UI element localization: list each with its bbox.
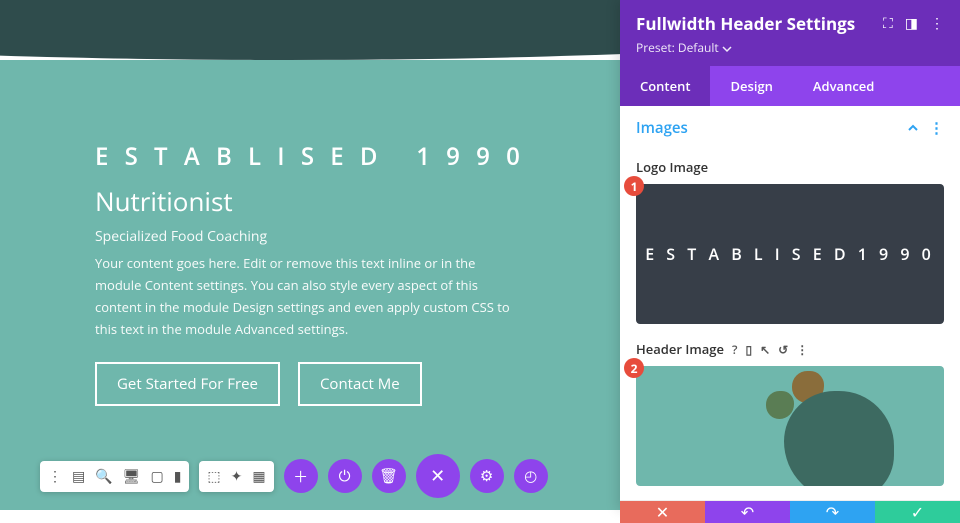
section-images-body: Logo Image 1 E S T A B L I S E D 1 9 9 0… (620, 158, 960, 500)
add-button[interactable]: ＋ (284, 459, 318, 493)
more-icon[interactable]: ⋮ (48, 467, 62, 486)
tablet-icon[interactable]: ▢ (150, 467, 163, 486)
toolbar-group-view: ⋮ ▤ 🔍 🖥 ▢ ▮ (40, 461, 189, 492)
logo-preview-text: E S T A B L I S E D 1 9 9 0 (645, 243, 935, 265)
preset-dropdown[interactable]: Preset: Default (636, 39, 855, 56)
responsive-icon[interactable]: ▯ (745, 341, 752, 358)
panel-footer: ✕ ↶ ↷ ✓ (620, 501, 960, 523)
chevron-up-icon[interactable] (907, 122, 919, 134)
cancel-button[interactable]: ✕ (620, 501, 705, 523)
toolbar-group-layers: ⬚ ✦ ▦ (199, 461, 273, 492)
hero-title[interactable]: Nutritionist (95, 183, 525, 219)
hero-content: E S T A B L I S E D 1 9 9 0 Nutritionist… (95, 140, 525, 406)
builder-bottom-bar: ⋮ ▤ 🔍 🖥 ▢ ▮ ⬚ ✦ ▦ ＋ ⏻ 🗑 ✕ ⚙ ◴ (40, 454, 548, 498)
preview-leaf-green (766, 391, 794, 419)
section-images-header[interactable]: Images ⋮ (620, 106, 960, 150)
preview-leaf-big (784, 391, 894, 486)
snap-icon[interactable]: ◨ (905, 14, 918, 33)
get-started-button[interactable]: Get Started For Free (95, 362, 280, 406)
zoom-icon[interactable]: 🔍 (95, 467, 112, 486)
settings-panel: Fullwidth Header Settings Preset: Defaul… (620, 0, 960, 510)
hero-subtitle[interactable]: Specialized Food Coaching (95, 227, 525, 246)
tab-advanced[interactable]: Advanced (793, 66, 894, 106)
field-kebab-icon[interactable]: ⋮ (796, 341, 808, 358)
power-button[interactable]: ⏻ (328, 459, 362, 493)
annotation-badge-2: 2 (624, 358, 644, 378)
effects-icon[interactable]: ✦ (231, 467, 243, 486)
undo-button[interactable]: ↶ (705, 501, 790, 523)
tab-content[interactable]: Content (620, 66, 710, 106)
header-image-label: Header Image ? ▯ ↖ ↺ ⋮ (636, 340, 944, 358)
section-images: Images ⋮ Logo Image 1 E S T A B L I S E … (620, 106, 960, 501)
hero-logo-text: E S T A B L I S E D 1 9 9 0 (95, 140, 525, 173)
phone-icon[interactable]: ▮ (174, 467, 182, 486)
close-builder-button[interactable]: ✕ (416, 454, 460, 498)
redo-button[interactable]: ↷ (790, 501, 875, 523)
wireframe-icon[interactable]: ▤ (72, 467, 85, 486)
select-icon[interactable]: ⬚ (207, 467, 220, 486)
panel-title: Fullwidth Header Settings (636, 12, 855, 35)
grid-icon[interactable]: ▦ (252, 467, 265, 486)
hero-buttons: Get Started For Free Contact Me (95, 362, 525, 406)
save-button[interactable]: ✓ (875, 501, 960, 523)
history-button[interactable]: ◴ (514, 459, 548, 493)
header-image-preview[interactable] (636, 366, 944, 486)
expand-icon[interactable]: ⛶ (883, 14, 893, 33)
section-images-title: Images (636, 118, 688, 138)
help-icon[interactable]: ? (732, 341, 737, 358)
section-kebab-icon[interactable]: ⋮ (929, 118, 944, 138)
delete-button[interactable]: 🗑 (372, 459, 406, 493)
hover-icon[interactable]: ↖ (760, 341, 770, 358)
hero-body-text[interactable]: Your content goes here. Edit or remove t… (95, 252, 525, 340)
tab-design[interactable]: Design (710, 66, 792, 106)
panel-tabs: Content Design Advanced (620, 66, 960, 106)
desktop-icon[interactable]: 🖥 (123, 467, 141, 486)
field-tools: ? ▯ ↖ ↺ ⋮ (732, 341, 808, 358)
annotation-badge-1: 1 (624, 176, 644, 196)
logo-image-preview[interactable]: E S T A B L I S E D 1 9 9 0 (636, 184, 944, 324)
kebab-icon[interactable]: ⋮ (930, 14, 944, 33)
panel-header: Fullwidth Header Settings Preset: Defaul… (620, 0, 960, 66)
panel-header-icons: ⛶ ◨ ⋮ (883, 14, 944, 33)
contact-me-button[interactable]: Contact Me (298, 362, 422, 406)
settings-button[interactable]: ⚙ (470, 459, 504, 493)
logo-image-label: Logo Image (636, 158, 944, 176)
reset-icon[interactable]: ↺ (778, 341, 788, 358)
